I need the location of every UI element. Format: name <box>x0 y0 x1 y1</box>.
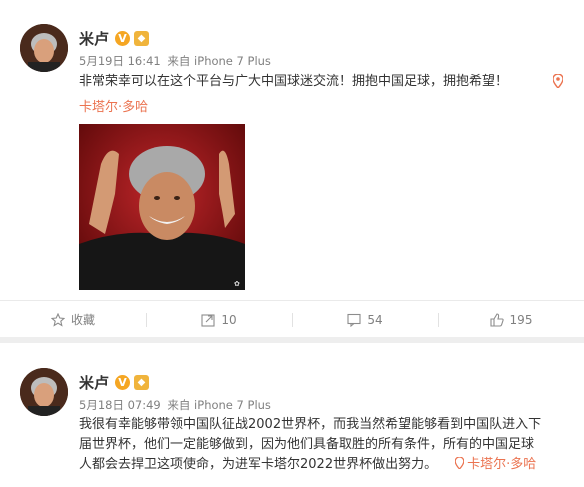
favorite-label: 收藏 <box>70 313 95 327</box>
repost-button[interactable]: 10 <box>146 301 292 338</box>
location-pin-icon <box>454 456 465 470</box>
repost-icon <box>201 313 215 327</box>
weibo-post-2: 米卢 V ◆ 5月18日 07:49 来自 iPhone 7 Plus 我很有幸… <box>0 343 584 487</box>
post-meta: 5月19日 16:41 来自 iPhone 7 Plus <box>79 53 274 69</box>
post-meta: 5月18日 07:49 来自 iPhone 7 Plus <box>79 397 274 413</box>
location-pin-icon <box>552 73 564 92</box>
post-date[interactable]: 5月19日 16:41 <box>79 54 161 68</box>
post-text-line: 届世界杯，他们一定能够做到，因为他们具备取胜的所有条件，所有的中国足球 <box>79 437 535 452</box>
comment-button[interactable]: 54 <box>292 301 438 338</box>
weibo-post-1: 米卢 V ◆ 5月19日 16:41 来自 iPhone 7 Plus 非常荣幸… <box>0 0 584 337</box>
post-text-line: 我很有幸能够带领中国队征战2002世界杯，而我当然希望能够看到中国队进入下 <box>79 417 542 432</box>
favorite-button[interactable]: 收藏 <box>0 301 146 338</box>
post-text-line: 人都会去捍卫这项使命，为进军卡塔尔2022世界杯做出努力。 卡塔尔·多哈 <box>79 456 537 472</box>
repost-count: 10 <box>221 312 237 327</box>
post-source: 来自 iPhone 7 Plus <box>167 398 271 412</box>
verified-badge-icon: V <box>115 374 131 390</box>
thumbs-up-icon <box>489 312 504 327</box>
location-link[interactable]: 卡塔尔·多哈 <box>79 96 148 115</box>
avatar[interactable] <box>20 368 68 416</box>
star-icon <box>50 312 65 327</box>
like-count: 195 <box>509 312 533 327</box>
author-name[interactable]: 米卢 <box>79 372 109 393</box>
author-name[interactable]: 米卢 <box>79 28 109 49</box>
post-text: 非常荣幸可以在这个平台与广大中国球迷交流！拥抱中国足球，拥抱希望！ <box>79 74 509 89</box>
like-button[interactable]: 195 <box>438 301 584 338</box>
medal-icon: ◆ <box>134 30 150 46</box>
post-date[interactable]: 5月18日 07:49 <box>79 398 161 412</box>
comment-count: 54 <box>367 312 383 327</box>
author-row: 米卢 V ◆ <box>79 28 150 49</box>
post-source: 来自 iPhone 7 Plus <box>167 54 271 68</box>
location-link[interactable]: 卡塔尔·多哈 <box>454 456 536 472</box>
post-action-bar: 收藏 10 54 195 <box>0 300 584 338</box>
verified-badge-icon: V <box>115 30 131 46</box>
medal-icon: ◆ <box>134 374 150 390</box>
avatar[interactable] <box>20 24 68 72</box>
author-row: 米卢 V ◆ <box>79 372 150 393</box>
post-photo[interactable]: ✿ <box>79 124 245 290</box>
comment-icon <box>347 313 361 327</box>
svg-text:✿: ✿ <box>234 280 240 288</box>
post-text: 我很有幸能够带领中国队征战2002世界杯，而我当然希望能够看到中国队进入下 届世… <box>79 415 579 475</box>
